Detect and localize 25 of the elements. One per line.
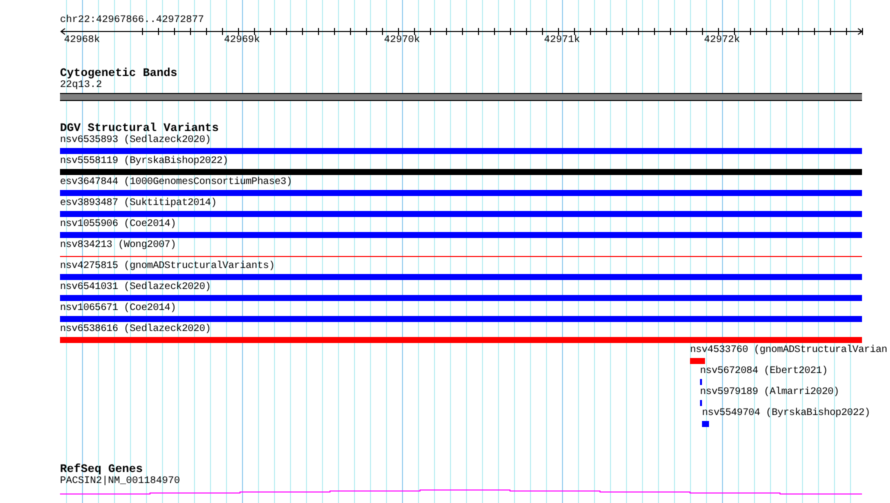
tick-label: 42970k <box>384 35 420 47</box>
variant-label: nsv5672084 (Ebert2021) <box>700 366 828 378</box>
variant-label: nsv4275815 (gnomADStructuralVariants) <box>60 261 275 273</box>
variant-label: nsv6538616 (Sedlazeck2020) <box>60 324 211 336</box>
tick-label: 42968k <box>64 35 100 47</box>
track-title: DGV Structural Variants <box>60 123 219 135</box>
variant-label: nsv6541031 (Sedlazeck2020) <box>60 282 211 294</box>
variant-label: esv3893487 (Suktitipat2014) <box>60 198 217 210</box>
variant-label: nsv1055906 (Coe2014) <box>60 219 176 231</box>
variant-label: nsv834213 (Wong2007) <box>60 240 176 252</box>
tick-label: 42969k <box>224 35 260 47</box>
variant-label: nsv6535893 (Sedlazeck2020) <box>60 135 211 147</box>
track-title: RefSeq Genes <box>60 464 143 476</box>
tick-label: 42971k <box>544 35 580 47</box>
variant-label: esv3647844 (1000GenomesConsortiumPhase3) <box>60 177 292 189</box>
track-title: Cytogenetic Bands <box>60 68 178 80</box>
tick-label: 42972k <box>704 35 740 47</box>
variant-label: nsv1065671 (Coe2014) <box>60 303 176 315</box>
location-label: chr22:42967866..42972877 <box>60 15 204 27</box>
variant-label: nsv4533760 (gnomADStructuralVarian <box>690 345 888 357</box>
variant-label: nsv5979189 (Almarri2020) <box>700 387 840 399</box>
variant-label: nsv5558119 (ByrskaBishop2022) <box>60 156 228 168</box>
band-label: 22q13.2 <box>60 80 102 92</box>
gene-label: PACSIN2|NM_001184970 <box>60 476 180 488</box>
variant-label: nsv5549704 (ByrskaBishop2022) <box>702 408 870 420</box>
